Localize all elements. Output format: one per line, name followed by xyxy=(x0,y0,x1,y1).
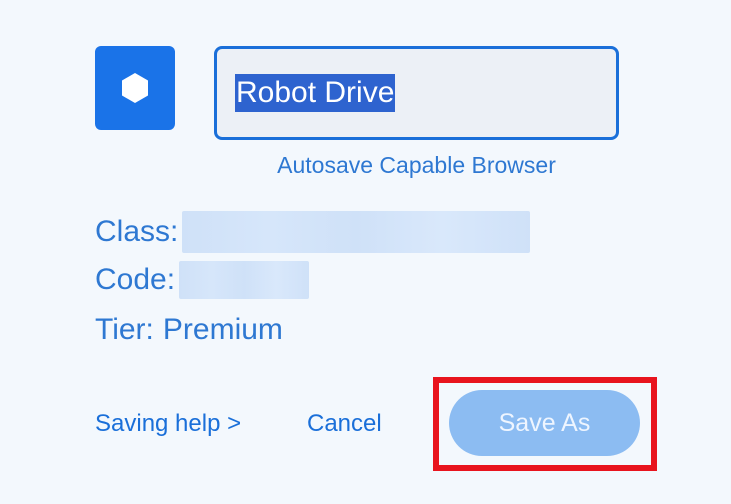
app-icon xyxy=(95,46,175,130)
cancel-button[interactable]: Cancel xyxy=(307,408,382,440)
class-row: Class: xyxy=(95,211,531,253)
hexagon-icon xyxy=(122,73,148,103)
saving-help-link[interactable]: Saving help > xyxy=(95,408,241,440)
code-value-redacted xyxy=(179,261,310,299)
browser-label: Autosave Capable Browser xyxy=(277,152,556,178)
class-value-redacted xyxy=(182,211,531,253)
class-label: Class: xyxy=(95,215,179,248)
tier-value: Premium xyxy=(162,313,283,346)
name-input[interactable]: Robot Drive xyxy=(214,46,619,140)
code-row: Code: xyxy=(95,260,310,300)
save-as-button[interactable]: Save As xyxy=(449,390,640,456)
tier-label: Tier: xyxy=(95,313,154,346)
tier-row: Tier: Premium xyxy=(95,310,283,350)
code-label: Code: xyxy=(95,263,176,296)
name-input-value: Robot Drive xyxy=(235,74,396,112)
